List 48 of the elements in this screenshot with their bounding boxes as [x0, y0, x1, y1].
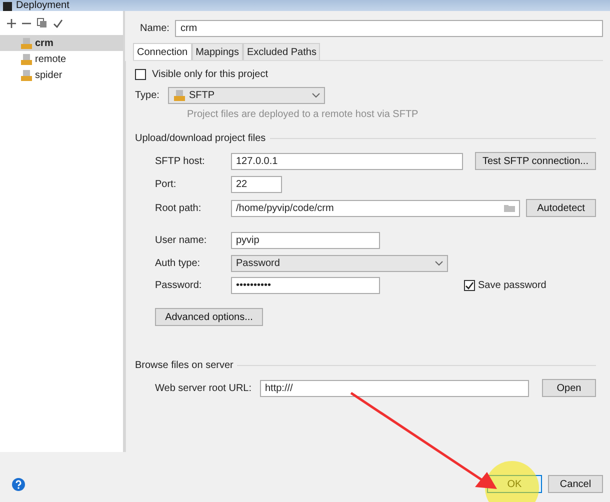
host-label: SFTP host:	[155, 156, 206, 166]
port-field[interactable]: 22	[231, 176, 282, 193]
check-icon[interactable]	[53, 18, 63, 28]
type-label: Type:	[135, 90, 160, 101]
password-field[interactable]: ••••••••••	[231, 277, 380, 294]
url-label: Web server root URL:	[155, 382, 253, 394]
section-title: Upload/download project files	[135, 133, 266, 144]
server-item[interactable]: remote	[0, 51, 123, 67]
add-icon[interactable]	[7, 18, 16, 28]
name-label: Name:	[140, 23, 170, 34]
open-button[interactable]: Open	[542, 379, 596, 397]
help-icon[interactable]	[12, 478, 25, 490]
section-title: Browse files on server	[135, 360, 234, 371]
server-icon	[173, 89, 186, 102]
advanced-options-button[interactable]: Advanced options...	[155, 308, 263, 326]
host-field[interactable]: 127.0.0.1	[231, 152, 463, 170]
dialog-button[interactable]: Cancel	[548, 475, 603, 493]
checkbox[interactable]	[135, 69, 146, 80]
root-path-field[interactable]: /home/pyvip/code/crm	[231, 200, 520, 216]
server-icon	[20, 36, 33, 50]
password-label: Password:	[155, 280, 203, 291]
checkbox[interactable]	[464, 280, 475, 291]
tab[interactable]: Mappings	[192, 43, 243, 60]
auth-type-label: Auth type:	[155, 258, 202, 269]
url-field[interactable]: http:///	[260, 380, 529, 396]
tab[interactable]: Excluded Paths	[242, 43, 320, 60]
auth-type-dropdown[interactable]: Password	[231, 255, 448, 272]
chevron-icon	[312, 93, 320, 98]
name-field[interactable]: crm	[175, 20, 603, 37]
checkbox-label: Visible only for this project	[152, 69, 268, 80]
copy-icon[interactable]	[37, 18, 47, 28]
autodetect-button[interactable]: Autodetect	[526, 199, 596, 217]
app-icon	[3, 2, 12, 11]
server-icon	[20, 52, 33, 66]
window-title: Deployment	[16, 1, 70, 11]
type-dropdown[interactable]: SFTP	[168, 87, 325, 104]
user-name-label: User name:	[155, 235, 208, 246]
server-item[interactable]: spider	[0, 67, 123, 83]
server-item[interactable]: crm	[0, 35, 123, 51]
checkbox-label: Save password	[478, 280, 546, 291]
port-label: Port:	[155, 179, 178, 190]
test-connection-button[interactable]: Test SFTP connection...	[475, 152, 596, 170]
server-icon	[20, 68, 33, 82]
user-name-field[interactable]: pyvip	[231, 232, 380, 249]
type-hint: Project files are deployed to a remote host via SFTP	[186, 109, 420, 120]
tab[interactable]: Connection	[133, 43, 192, 60]
chevron-icon	[435, 261, 443, 266]
root-path-label: Root path:	[155, 202, 202, 214]
